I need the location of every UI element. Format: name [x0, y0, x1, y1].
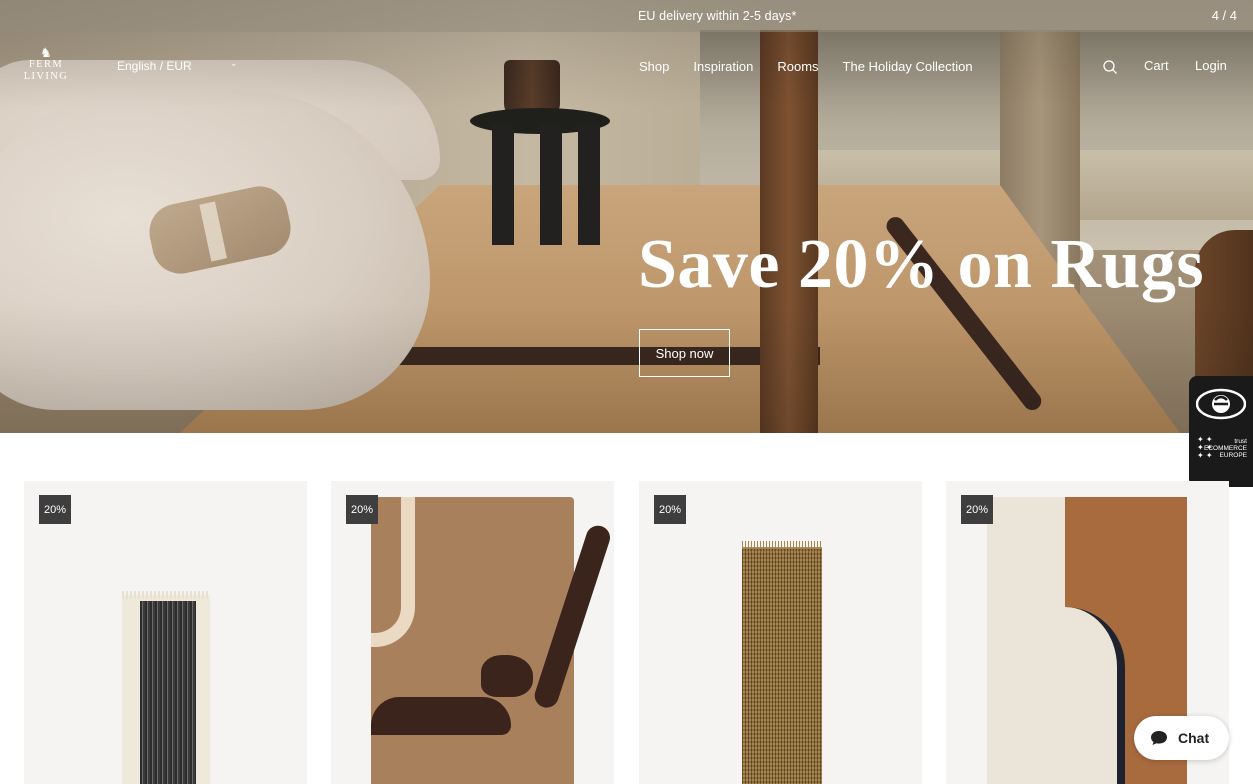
product-image-rug — [122, 591, 210, 784]
trust-badge-label: trust ECOMMERCE EUROPE — [1204, 438, 1247, 459]
discount-badge: 20% — [39, 495, 71, 524]
locale-selector[interactable]: English / EUR — [117, 59, 192, 73]
announcement-counter: 4 / 4 — [1211, 8, 1237, 23]
main-nav: ♞ FERM LIVING English / EUR ⌄ Shop Inspi… — [0, 32, 1253, 102]
chat-bubble-icon — [1151, 731, 1167, 745]
rug-fringe — [742, 541, 822, 549]
nav-item-rooms[interactable]: Rooms — [777, 59, 818, 74]
cart-link[interactable]: Cart — [1144, 58, 1169, 73]
rug-pattern — [481, 655, 533, 697]
nav-item-inspiration[interactable]: Inspiration — [693, 59, 753, 74]
eye-logo-icon — [1196, 388, 1246, 420]
login-link[interactable]: Login — [1195, 58, 1227, 73]
product-image-rug — [742, 541, 822, 784]
discount-badge: 20% — [654, 495, 686, 524]
search-icon[interactable] — [1102, 59, 1118, 75]
hero-headline: Save 20% on Rugs — [638, 226, 1205, 303]
product-card[interactable]: 20% — [24, 481, 307, 784]
product-image-rug — [371, 497, 614, 784]
primary-menu: Shop Inspiration Rooms The Holiday Colle… — [639, 59, 973, 74]
chat-label: Chat — [1178, 730, 1210, 746]
announcement-message[interactable]: EU delivery within 2-5 days* — [638, 9, 796, 23]
nav-item-shop[interactable]: Shop — [639, 59, 669, 74]
chat-button[interactable]: Chat — [1134, 716, 1229, 760]
shop-now-button[interactable]: Shop now — [639, 329, 730, 377]
discount-badge: 20% — [961, 495, 993, 524]
logo-line2: LIVING — [23, 71, 69, 82]
chevron-down-icon[interactable]: ⌄ — [230, 58, 238, 69]
nav-item-holiday-collection[interactable]: The Holiday Collection — [843, 59, 973, 74]
rug-pattern — [531, 522, 614, 711]
product-card[interactable]: 20% — [639, 481, 922, 784]
product-card[interactable]: 20% — [331, 481, 614, 784]
logo-line1: FERM — [28, 59, 64, 70]
product-grid: 20% 20% 20% 20% — [24, 481, 1229, 784]
discount-badge: 20% — [346, 495, 378, 524]
rug-fringe — [122, 591, 210, 599]
ferm-living-logo[interactable]: ♞ FERM LIVING — [22, 46, 70, 90]
rug-pattern — [371, 697, 511, 735]
trust-badge[interactable]: ✦ ✦ ✦ ✦ ✦ ✦ trust ECOMMERCE EUROPE — [1189, 376, 1253, 487]
logo-icon: ♞ — [40, 45, 52, 60]
rug-stripe — [140, 601, 196, 784]
rug-pattern — [1045, 607, 1125, 784]
announcement-bar: EU delivery within 2-5 days* 4 / 4 — [0, 0, 1253, 32]
